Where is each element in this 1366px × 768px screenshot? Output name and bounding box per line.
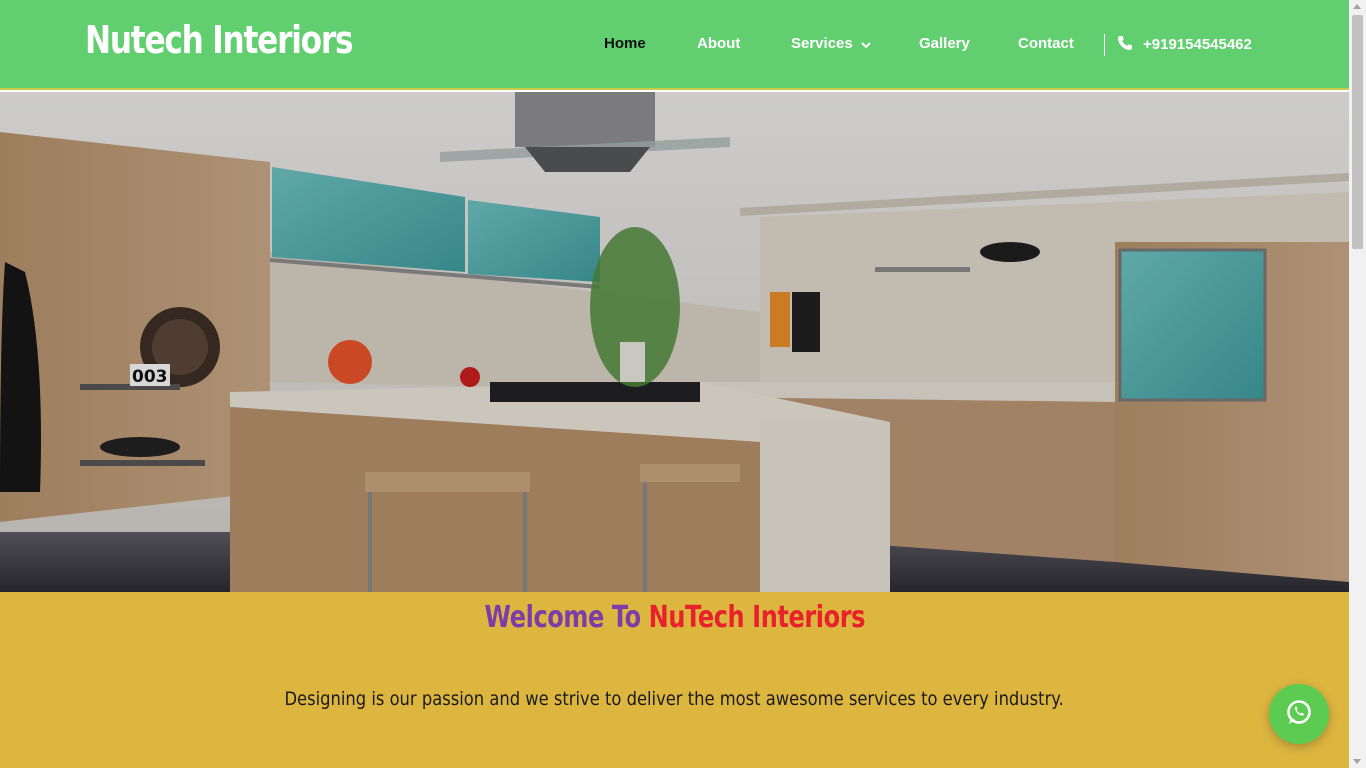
hero-banner: 003 [0, 92, 1349, 592]
nav-divider [1104, 34, 1105, 56]
welcome-title: Welcome To NuTech Interiors [0, 600, 1349, 635]
whatsapp-button[interactable] [1269, 684, 1329, 744]
nav-gallery[interactable]: Gallery [919, 35, 970, 52]
nav-phone-link[interactable]: +919154545462 [1117, 35, 1252, 55]
welcome-tagline-text: Designing is our passion and we strive t… [284, 688, 1065, 710]
welcome-section: Welcome To NuTech Interiors Designing is… [0, 592, 1349, 768]
page-scrollbar[interactable] [1349, 0, 1366, 768]
nav-home[interactable]: Home [604, 35, 646, 52]
site-header: Nutech Interiors Home About Services Gal… [0, 0, 1349, 90]
scroll-up-arrow-icon[interactable] [1353, 4, 1361, 9]
nav-contact[interactable]: Contact [1018, 35, 1074, 52]
nav-phone-number: +919154545462 [1143, 36, 1252, 53]
welcome-tagline: Designing is our passion and we strive t… [0, 688, 1349, 710]
whatsapp-icon [1285, 698, 1313, 731]
welcome-title-brand: NuTech Interiors [648, 600, 865, 635]
phone-icon [1117, 35, 1133, 55]
chevron-down-icon [861, 36, 871, 53]
nav-services[interactable]: Services [791, 35, 871, 53]
main-nav: Home About Services Gallery Contact +919… [0, 0, 1349, 90]
nav-services-label: Services [791, 35, 853, 52]
nav-about[interactable]: About [697, 35, 740, 52]
scroll-down-arrow-icon[interactable] [1353, 759, 1361, 764]
kitchen-hero-image: 003 [0, 92, 1349, 592]
scroll-thumb[interactable] [1352, 15, 1363, 249]
welcome-title-prefix: Welcome To [484, 600, 649, 635]
